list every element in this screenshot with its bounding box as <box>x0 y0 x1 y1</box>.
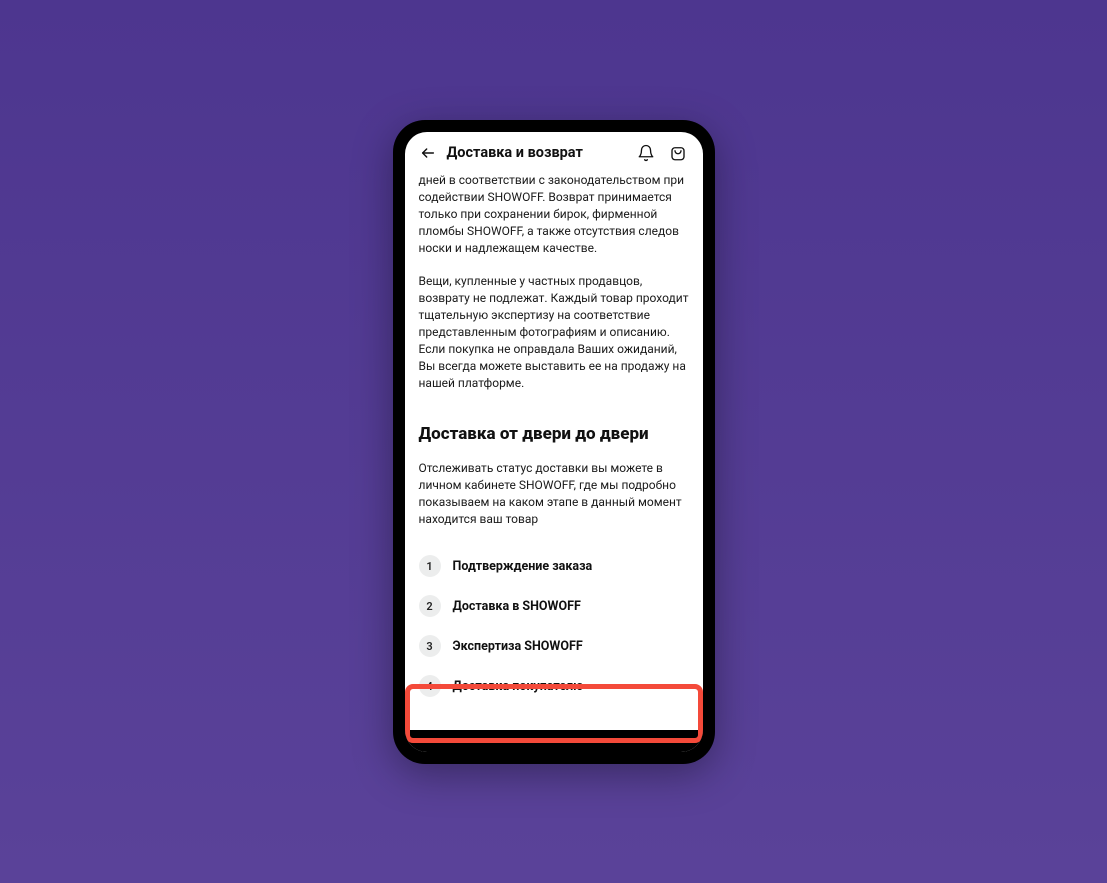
step-number-badge: 4 <box>419 675 441 697</box>
notifications-button[interactable] <box>635 142 657 164</box>
delivery-step: 4 Доставка покупателю <box>419 666 689 706</box>
step-label: Экспертиза SHOWOFF <box>453 639 583 654</box>
bell-icon <box>637 144 655 162</box>
back-button[interactable] <box>419 144 437 162</box>
delivery-step: 2 Доставка в SHOWOFF <box>419 586 689 626</box>
delivery-step: 1 Подтверждение заказа <box>419 546 689 586</box>
phone-frame: Доставка и возврат дней в соответствии с… <box>393 120 715 764</box>
android-nav-bar <box>405 730 703 752</box>
page-title: Доставка и возврат <box>447 144 625 161</box>
shopping-bag-icon <box>669 144 687 162</box>
step-label: Доставка в SHOWOFF <box>453 599 581 614</box>
step-number-badge: 1 <box>419 555 441 577</box>
bag-button[interactable] <box>667 142 689 164</box>
step-label: Подтверждение заказа <box>453 559 593 574</box>
step-number-badge: 3 <box>419 635 441 657</box>
nav-indicator-icon <box>552 739 555 742</box>
phone-screen: Доставка и возврат дней в соответствии с… <box>405 132 703 752</box>
return-policy-paragraph-1: дней в соответствии с законодательством … <box>419 172 689 257</box>
tracking-description: Отслеживать статус доставки вы можете в … <box>419 460 689 528</box>
step-label: Доставка покупателю <box>453 679 584 694</box>
step-number-badge: 2 <box>419 595 441 617</box>
content-scroll[interactable]: дней в соответствии с законодательством … <box>405 172 703 730</box>
arrow-left-icon <box>420 145 436 161</box>
delivery-step: 3 Экспертиза SHOWOFF <box>419 626 689 666</box>
delivery-section-title: Доставка от двери до двери <box>419 424 689 444</box>
delivery-steps-list: 1 Подтверждение заказа 2 Доставка в SHOW… <box>419 546 689 706</box>
app-bar: Доставка и возврат <box>405 132 703 172</box>
return-policy-paragraph-2: Вещи, купленные у частных продавцов, воз… <box>419 273 689 392</box>
